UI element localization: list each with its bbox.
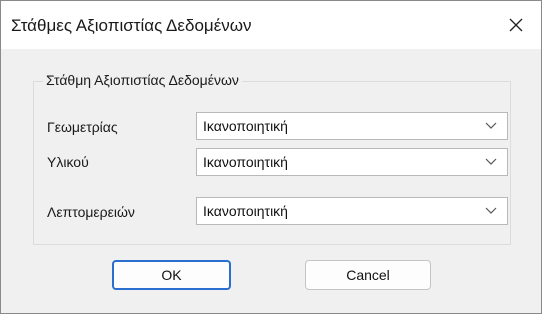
close-button[interactable] [491, 1, 541, 49]
cancel-button[interactable]: Cancel [305, 260, 431, 290]
dialog-window: Στάθμες Αξιοπιστίας Δεδομένων Στάθμη Αξι… [0, 0, 542, 314]
geometry-label: Γεωμετρίας [47, 119, 118, 135]
close-icon [509, 18, 523, 32]
title-bar[interactable]: Στάθμες Αξιοπιστίας Δεδομένων [1, 1, 541, 49]
chevron-down-icon [485, 122, 497, 129]
chevron-down-icon [485, 158, 497, 165]
material-select-value: Ικανοποιητική [203, 154, 288, 170]
geometry-select[interactable]: Ικανοποιητική [196, 112, 508, 140]
ok-button[interactable]: OK [112, 260, 231, 290]
chevron-down-icon [485, 207, 497, 214]
group-legend: Στάθμη Αξιοπιστίας Δεδομένων [43, 72, 242, 88]
details-select[interactable]: Ικανοποιητική [196, 197, 508, 225]
material-select[interactable]: Ικανοποιητική [196, 148, 508, 176]
details-select-value: Ικανοποιητική [203, 203, 288, 219]
ok-button-label: OK [161, 267, 182, 283]
cancel-button-label: Cancel [346, 267, 390, 283]
material-label: Υλικού [47, 154, 89, 170]
window-title: Στάθμες Αξιοπιστίας Δεδομένων [11, 16, 252, 35]
geometry-select-value: Ικανοποιητική [203, 118, 288, 134]
details-label: Λεπτομερειών [47, 204, 135, 220]
